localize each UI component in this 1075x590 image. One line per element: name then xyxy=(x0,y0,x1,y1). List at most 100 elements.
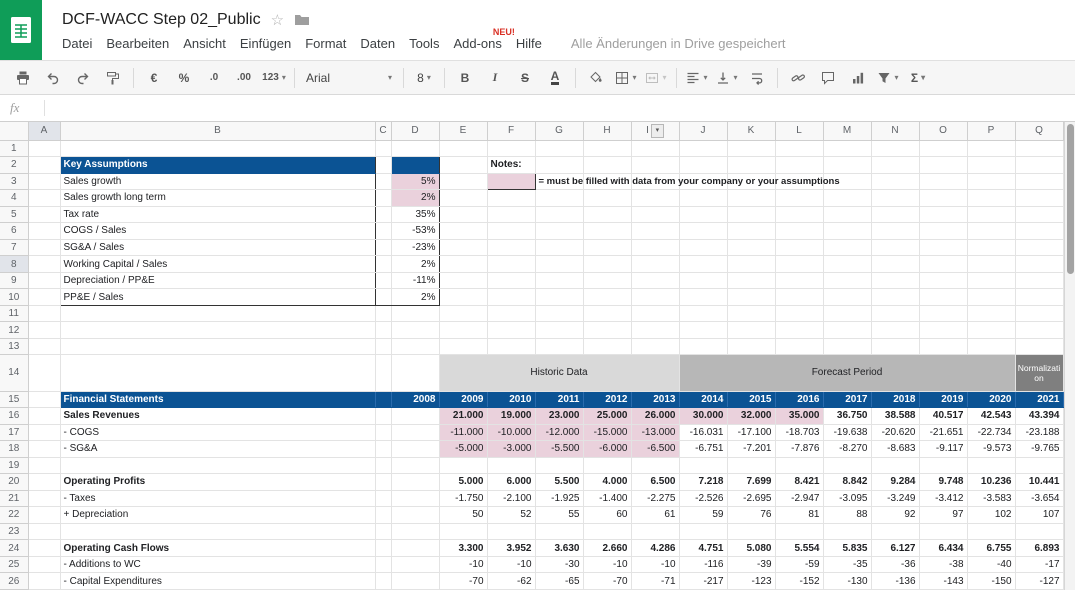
year-header-2014[interactable]: 2014 xyxy=(679,391,727,408)
cell-O2[interactable] xyxy=(919,157,967,174)
cell-E12[interactable] xyxy=(439,322,487,339)
year-header-2011[interactable]: 2011 xyxy=(535,391,583,408)
cell-F5[interactable] xyxy=(487,206,535,223)
cell-I13[interactable] xyxy=(631,338,679,355)
menu-datei[interactable]: Datei xyxy=(55,34,99,53)
cell-N21[interactable]: -3.249 xyxy=(871,490,919,507)
menu-format[interactable]: Format xyxy=(298,34,353,53)
cell-J11[interactable] xyxy=(679,305,727,322)
cell-F11[interactable] xyxy=(487,305,535,322)
cell-J19[interactable] xyxy=(679,457,727,474)
cell-P19[interactable] xyxy=(967,457,1015,474)
cell-N11[interactable] xyxy=(871,305,919,322)
cell-A25[interactable] xyxy=(28,556,60,573)
cell-I6[interactable] xyxy=(631,223,679,240)
cell-M5[interactable] xyxy=(823,206,871,223)
cell-J4[interactable] xyxy=(679,190,727,207)
cell-G19[interactable] xyxy=(535,457,583,474)
cell-I18[interactable]: -6.500 xyxy=(631,441,679,458)
cell-C17[interactable] xyxy=(375,424,391,441)
cell-Q12[interactable] xyxy=(1015,322,1063,339)
cell-E19[interactable] xyxy=(439,457,487,474)
cell-J6[interactable] xyxy=(679,223,727,240)
cell-F25[interactable]: -10 xyxy=(487,556,535,573)
cell-E26[interactable]: -70 xyxy=(439,573,487,590)
cell-F12[interactable] xyxy=(487,322,535,339)
cell-J1[interactable] xyxy=(679,140,727,157)
cell-J16[interactable]: 30.000 xyxy=(679,408,727,425)
cell-J20[interactable]: 7.218 xyxy=(679,474,727,491)
cell-A20[interactable] xyxy=(28,474,60,491)
cell-B8[interactable]: Working Capital / Sales xyxy=(60,256,375,273)
cell-O5[interactable] xyxy=(919,206,967,223)
cell-D3[interactable]: 5% xyxy=(391,173,439,190)
cell-K12[interactable] xyxy=(727,322,775,339)
cell-P3[interactable] xyxy=(967,173,1015,190)
cell-F7[interactable] xyxy=(487,239,535,256)
cell-I1[interactable] xyxy=(631,140,679,157)
cell-A8[interactable] xyxy=(28,256,60,273)
cell-L25[interactable]: -59 xyxy=(775,556,823,573)
cell-H24[interactable]: 2.660 xyxy=(583,540,631,557)
cell-M16[interactable]: 36.750 xyxy=(823,408,871,425)
cell-N22[interactable]: 92 xyxy=(871,507,919,524)
cell-C10[interactable] xyxy=(375,289,391,306)
row-header-10[interactable]: 10 xyxy=(0,289,28,306)
cell-O6[interactable] xyxy=(919,223,967,240)
cell-J21[interactable]: -2.526 xyxy=(679,490,727,507)
cell-B18[interactable]: - SG&A xyxy=(60,441,375,458)
col-header-G[interactable]: G xyxy=(535,122,583,140)
cell-H5[interactable] xyxy=(583,206,631,223)
cell-L19[interactable] xyxy=(775,457,823,474)
cell-N3[interactable] xyxy=(871,173,919,190)
cell-M20[interactable]: 8.842 xyxy=(823,474,871,491)
row-header-23[interactable]: 23 xyxy=(0,523,28,540)
legend-text[interactable]: = must be filled with data from your com… xyxy=(535,173,583,190)
cell-M21[interactable]: -3.095 xyxy=(823,490,871,507)
cell-P16[interactable]: 42.543 xyxy=(967,408,1015,425)
cell-J18[interactable]: -6.751 xyxy=(679,441,727,458)
insert-chart-button[interactable] xyxy=(843,66,873,90)
cell-K10[interactable] xyxy=(727,289,775,306)
cell-A7[interactable] xyxy=(28,239,60,256)
row-header-13[interactable]: 13 xyxy=(0,338,28,355)
cell-G20[interactable]: 5.500 xyxy=(535,474,583,491)
cell-E21[interactable]: -1.750 xyxy=(439,490,487,507)
cell-B12[interactable] xyxy=(60,322,375,339)
cell-P20[interactable]: 10.236 xyxy=(967,474,1015,491)
cell-Q20[interactable]: 10.441 xyxy=(1015,474,1063,491)
cell-H11[interactable] xyxy=(583,305,631,322)
cell-J10[interactable] xyxy=(679,289,727,306)
cell-H20[interactable]: 4.000 xyxy=(583,474,631,491)
cell-N17[interactable]: -20.620 xyxy=(871,424,919,441)
cell-I8[interactable] xyxy=(631,256,679,273)
cell-L6[interactable] xyxy=(775,223,823,240)
cell-C24[interactable] xyxy=(375,540,391,557)
cell-H25[interactable]: -10 xyxy=(583,556,631,573)
cell-L22[interactable]: 81 xyxy=(775,507,823,524)
cell-D1[interactable] xyxy=(391,140,439,157)
cell-N12[interactable] xyxy=(871,322,919,339)
cell-E2[interactable] xyxy=(439,157,487,174)
band-normalization[interactable]: Normalization xyxy=(1015,355,1063,391)
cell-J22[interactable]: 59 xyxy=(679,507,727,524)
cell-K17[interactable]: -17.100 xyxy=(727,424,775,441)
row-header-9[interactable]: 9 xyxy=(0,272,28,289)
col-header-P[interactable]: P xyxy=(967,122,1015,140)
cell-F18[interactable]: -3.000 xyxy=(487,441,535,458)
year-header-2009[interactable]: 2009 xyxy=(439,391,487,408)
cell-B24[interactable]: Operating Cash Flows xyxy=(60,540,375,557)
cell-D11[interactable] xyxy=(391,305,439,322)
cell-N5[interactable] xyxy=(871,206,919,223)
cell-K25[interactable]: -39 xyxy=(727,556,775,573)
cell-J12[interactable] xyxy=(679,322,727,339)
cell-L9[interactable] xyxy=(775,272,823,289)
financial-statements-header[interactable]: Financial Statements xyxy=(60,391,375,408)
cell-O23[interactable] xyxy=(919,523,967,540)
cell-C20[interactable] xyxy=(375,474,391,491)
cell-N9[interactable] xyxy=(871,272,919,289)
cell-O4[interactable] xyxy=(919,190,967,207)
row-header-18[interactable]: 18 xyxy=(0,441,28,458)
cell-L21[interactable]: -2.947 xyxy=(775,490,823,507)
cell-G8[interactable] xyxy=(535,256,583,273)
